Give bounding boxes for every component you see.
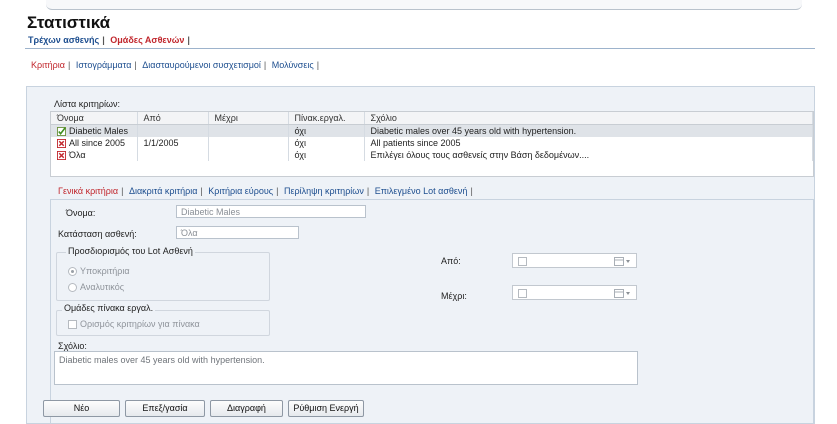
tab-infections[interactable]: Μολύνσεις bbox=[269, 60, 317, 70]
main-tabbar: Τρέχων ασθενής | Ομάδες Ασθενών | bbox=[25, 35, 190, 45]
from-date-field[interactable] bbox=[512, 253, 637, 268]
status-label: Κατάσταση ασθενή: bbox=[58, 229, 137, 239]
radio-subcriteria-button[interactable] bbox=[68, 267, 77, 277]
row-name: Όλα bbox=[69, 149, 86, 160]
table-criteria-checkbox[interactable]: Ορισμός κριτηρίων για πίνακα bbox=[68, 319, 200, 330]
comment-textarea[interactable]: Diabetic males over 45 years old with hy… bbox=[54, 351, 638, 385]
table-criteria-checkbox-box[interactable] bbox=[68, 320, 77, 330]
comment-label: Σχόλιο: bbox=[58, 341, 87, 351]
table-row[interactable]: Όλα όχι Επιλέγει όλους τους ασθενείς στη… bbox=[51, 149, 813, 161]
name-field[interactable]: Diabetic Males bbox=[176, 205, 366, 218]
radio-analytic-label: Αναλυτικός bbox=[80, 282, 125, 292]
radio-subcriteria-label: Υποκριτήρια bbox=[80, 266, 130, 276]
tab-histograms[interactable]: Ιστογράμματα bbox=[73, 60, 135, 70]
red-x-icon bbox=[57, 139, 66, 149]
green-check-icon bbox=[57, 127, 66, 137]
table-criteria-checkbox-label: Ορισμός κριτηρίων για πίνακα bbox=[80, 319, 200, 329]
tab-discrete-criteria[interactable]: Διακριτά κριτήρια bbox=[126, 186, 200, 196]
column-header-to[interactable]: Μέχρι bbox=[208, 112, 289, 125]
row-name: All since 2005 bbox=[69, 137, 126, 148]
edit-button[interactable]: Επεξ/γασία bbox=[125, 400, 205, 417]
table-row[interactable]: Diabetic Males όχι Diabetic males over 4… bbox=[51, 124, 813, 137]
window-top-edge bbox=[46, 0, 802, 10]
calendar-dropdown-icon[interactable] bbox=[614, 289, 632, 298]
tab-selected-patient-lot[interactable]: Επιλεγμένο Lot ασθενή bbox=[372, 186, 471, 196]
row-name: Diabetic Males bbox=[69, 125, 129, 136]
main-tabbar-line bbox=[25, 48, 815, 49]
lot-group-label: Προσδιορισμός του Lot Ασθενή bbox=[66, 246, 195, 256]
table-header-row: Όνομα Από Μέχρι Πίνακ.εργαλ. Σχόλιο bbox=[51, 112, 813, 125]
tab-current-patient[interactable]: Τρέχων ασθενής bbox=[25, 35, 102, 45]
row-from bbox=[137, 149, 209, 161]
tab-general-criteria[interactable]: Γενικά κριτήρια bbox=[55, 186, 121, 196]
set-active-button[interactable]: Ρύθμιση Ενεργή bbox=[288, 400, 364, 417]
row-to bbox=[208, 137, 289, 149]
detail-tabbar: Γενικά κριτήρια | Διακριτά κριτήρια | Κριτ… bbox=[55, 186, 473, 196]
row-table: όχι bbox=[288, 137, 365, 149]
row-comment: Επιλέγει όλους τους ασθενείς στην Βάση δ… bbox=[364, 149, 813, 161]
row-to bbox=[208, 124, 289, 137]
lot-group-box bbox=[56, 252, 270, 301]
column-header-comment[interactable]: Σχόλιο bbox=[364, 112, 813, 125]
row-comment: Diabetic males over 45 years old with hy… bbox=[364, 124, 813, 137]
table-row[interactable]: All since 2005 1/1/2005 όχι All patients… bbox=[51, 137, 813, 149]
to-date-checkbox[interactable] bbox=[518, 289, 527, 298]
to-date-field[interactable] bbox=[512, 285, 637, 300]
tab-range-criteria[interactable]: Κριτήρια εύρους bbox=[205, 186, 276, 196]
sub-tabbar: Κριτήρια | Ιστογράμματα | Διασταυρούμενοι … bbox=[28, 60, 319, 70]
row-from: 1/1/2005 bbox=[137, 137, 209, 149]
column-header-name[interactable]: Όνομα bbox=[51, 112, 138, 125]
radio-subcriteria[interactable]: Υποκριτήρια bbox=[68, 266, 130, 277]
from-label: Από: bbox=[441, 256, 461, 266]
criteria-table-container: Όνομα Από Μέχρι Πίνακ.εργαλ. Σχόλιο Diab… bbox=[50, 111, 814, 177]
new-button[interactable]: Νέο bbox=[43, 400, 120, 417]
tab-criteria-summary[interactable]: Περίληψη κριτηρίων bbox=[281, 186, 367, 196]
column-header-from[interactable]: Από bbox=[137, 112, 209, 125]
page-title: Στατιστικά bbox=[27, 13, 111, 32]
from-date-checkbox[interactable] bbox=[518, 257, 527, 266]
criteria-table: Όνομα Από Μέχρι Πίνακ.εργαλ. Σχόλιο Diab… bbox=[51, 112, 813, 161]
tab-cross-correlations[interactable]: Διασταυρούμενοι συσχετισμοί bbox=[139, 60, 264, 70]
column-header-table[interactable]: Πίνακ.εργαλ. bbox=[288, 112, 365, 125]
tab-criteria[interactable]: Κριτήρια bbox=[28, 60, 68, 70]
radio-analytic[interactable]: Αναλυτικός bbox=[68, 282, 125, 293]
row-to bbox=[208, 149, 289, 161]
criteria-list-label: Λίστα κριτηρίων: bbox=[54, 99, 121, 109]
calendar-dropdown-icon[interactable] bbox=[614, 257, 632, 266]
tab-patient-groups[interactable]: Ομάδες Ασθενών bbox=[107, 35, 187, 45]
status-field[interactable]: Όλα bbox=[176, 226, 299, 239]
delete-button[interactable]: Διαγραφή bbox=[210, 400, 283, 417]
name-label: Όνομα: bbox=[66, 208, 96, 218]
to-label: Μέχρι: bbox=[441, 291, 467, 301]
row-comment: All patients since 2005 bbox=[364, 137, 813, 149]
row-from bbox=[137, 124, 209, 137]
row-table: όχι bbox=[288, 149, 365, 161]
row-table: όχι bbox=[288, 124, 365, 137]
red-x-icon bbox=[57, 151, 66, 161]
radio-analytic-button[interactable] bbox=[68, 283, 77, 293]
table-group-label: Ομάδες πίνακα εργαλ. bbox=[62, 303, 156, 313]
